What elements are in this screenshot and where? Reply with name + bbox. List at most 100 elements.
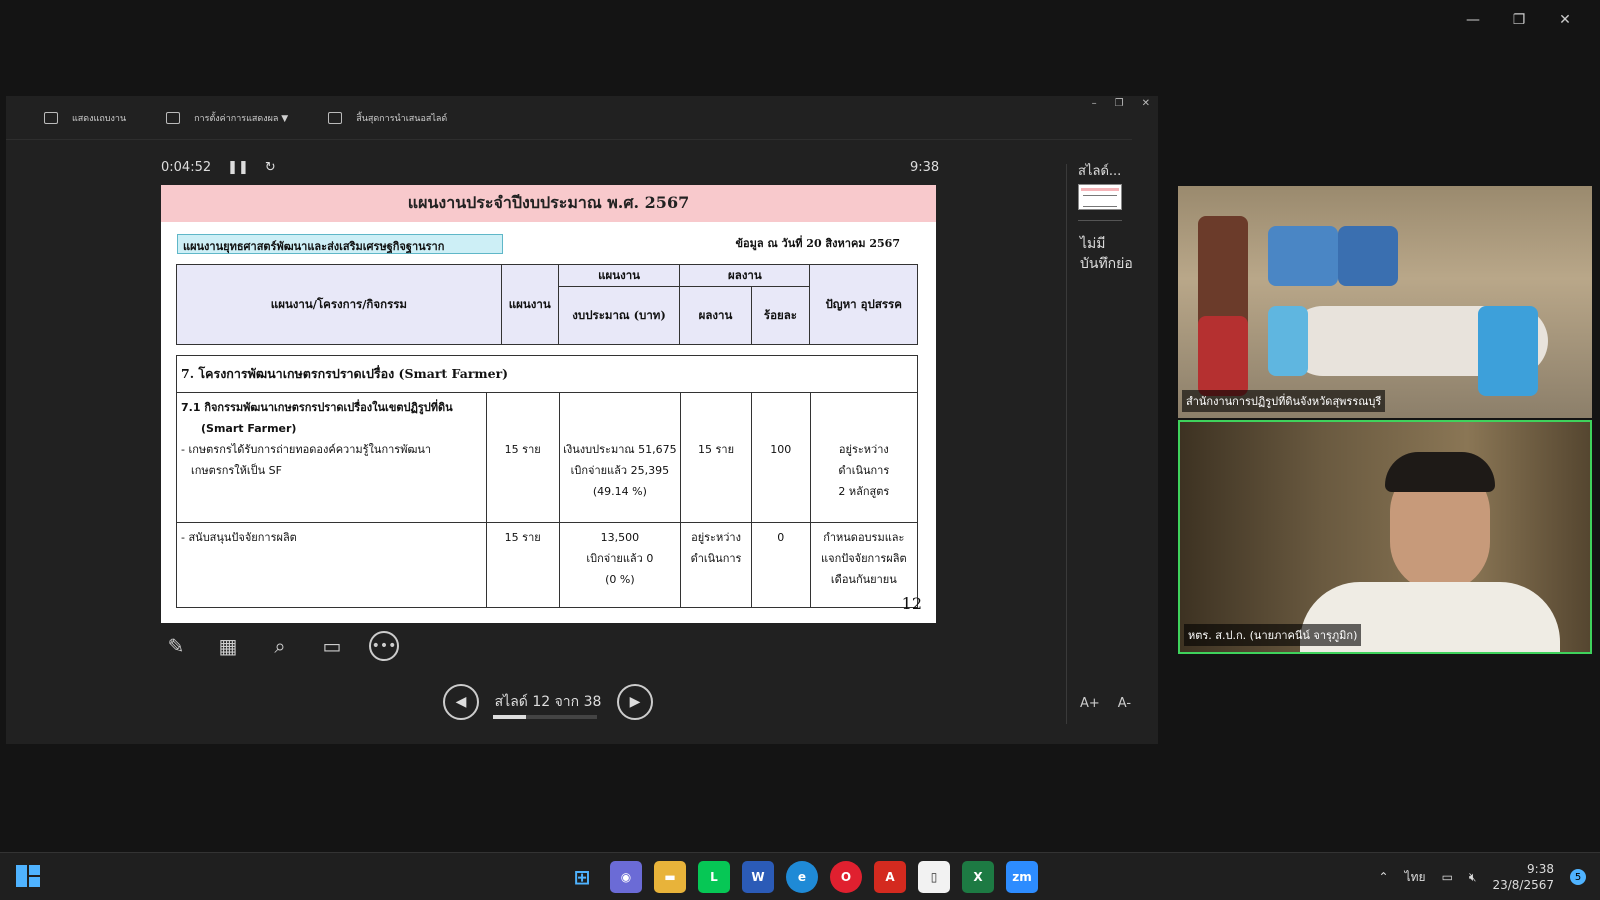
hair-shape — [1385, 452, 1495, 492]
problem-line: อยู่ระหว่าง — [838, 443, 889, 456]
activity-line: - เกษตรกรได้รับการถ่ายทอดองค์ความรู้ในกา… — [181, 443, 432, 456]
row-plan: 15 ราย — [485, 392, 560, 523]
tray-clock[interactable]: 9:38 23/8/2567 — [1492, 861, 1554, 893]
widgets-icon[interactable] — [16, 865, 40, 887]
edge-icon[interactable]: e — [786, 861, 818, 893]
zoom-icon[interactable]: ⌕ — [265, 631, 295, 661]
more-options-icon[interactable]: ••• — [369, 631, 399, 661]
slide-tools: ✎ ▦ ⌕ ▭ ••• — [161, 631, 399, 661]
row-percent: 0 — [750, 522, 811, 608]
header-percent: ร้อยละ — [750, 286, 811, 345]
taskbar: ⊞ ◉ ▬ L W e O A ▯ X zm ⌃ ไทย ▭ 🔇︎ 9:38 2… — [0, 852, 1600, 900]
acrobat-icon[interactable]: A — [874, 861, 906, 893]
presenter-clock: 9:38 — [910, 160, 940, 175]
notification-badge[interactable]: 5 — [1570, 869, 1586, 885]
network-icon[interactable]: ▭ — [1442, 870, 1453, 884]
header-plan: แผนงาน — [500, 264, 559, 345]
header-activity: แผนงาน/โครงการ/กิจกรรม — [176, 264, 502, 345]
file-explorer-icon[interactable]: ▬ — [654, 861, 686, 893]
word-icon[interactable]: W — [742, 861, 774, 893]
line-icon[interactable]: L — [698, 861, 730, 893]
row-problem: อยู่ระหว่าง ดำเนินการ 2 หลักสูตร — [809, 392, 919, 523]
excel-icon[interactable]: X — [962, 861, 994, 893]
slide-navigation: ◀ สไลด์ 12 จาก 38 ▶ — [443, 684, 653, 720]
table-row: 7.1 กิจกรรมพัฒนาเกษตรกรปราดเปรื่องในเขตป… — [176, 392, 919, 523]
problem-line: เดือนกันยายน — [830, 573, 897, 586]
header-plan-group: แผนงาน — [557, 264, 681, 287]
minimize-icon[interactable]: — — [1450, 8, 1496, 32]
show-taskbar-button[interactable]: แสดงแถบงาน — [44, 111, 126, 125]
row-budget: เงินงบประมาณ 51,675 เบิกจ่ายแล้ว 25,395 … — [558, 392, 682, 523]
slide-title: แผนงานประจำปีงบประมาณ พ.ศ. 2567 — [161, 185, 936, 222]
header-result: ผลงาน — [679, 286, 752, 345]
plan-label: แผนงานยุทธศาสตร์พัฒนาและส่งเสริมเศรษฐกิจ… — [177, 234, 503, 254]
row-result: อยู่ระหว่าง ดำเนินการ — [680, 522, 752, 608]
end-show-icon — [328, 111, 343, 124]
result-line: ดำเนินการ — [690, 552, 742, 565]
problem-line: 2 หลักสูตร — [838, 485, 890, 498]
slide-progress-bar — [493, 715, 597, 719]
system-tray: ⌃ ไทย ▭ 🔇︎ 9:38 23/8/2567 5 — [1379, 861, 1586, 893]
presenter-close-icon[interactable]: ✕ — [1142, 98, 1150, 109]
previous-slide-button[interactable]: ◀ — [443, 684, 479, 720]
document-icon[interactable]: ▯ — [918, 861, 950, 893]
poster-shape — [1338, 226, 1398, 286]
next-slide-title: สไลด์... — [1078, 164, 1122, 179]
font-increase-button[interactable]: A+ — [1080, 696, 1100, 711]
current-slide: แผนงานประจำปีงบประมาณ พ.ศ. 2567 แผนงานยุ… — [161, 185, 936, 623]
activity-line: 7.1 กิจกรรมพัฒนาเกษตรกรปราดเปรื่องในเขตป… — [181, 401, 453, 414]
start-icon[interactable]: ⊞ — [566, 861, 598, 893]
person-shape — [1478, 306, 1538, 396]
presenter-toolbar: แสดงแถบงาน การตั้งค่าการแสดงผล ▼ สิ้นสุด… — [6, 96, 1132, 140]
all-slides-icon[interactable]: ▦ — [213, 631, 243, 661]
zoom-app-icon[interactable]: zm — [1006, 861, 1038, 893]
end-show-button[interactable]: สิ้นสุดการนำเสนอสไลด์ — [328, 111, 447, 125]
video-tile-room[interactable]: สำนักงานการปฏิรูปที่ดินจังหวัดสุพรรณบุรี — [1178, 186, 1592, 418]
teams-chat-icon[interactable]: ◉ — [610, 861, 642, 893]
presenter-minimize-icon[interactable]: – — [1092, 98, 1097, 109]
slide-page-number: 12 — [901, 594, 922, 613]
presenter-restore-icon[interactable]: ❐ — [1115, 98, 1124, 109]
slide-counter: สไลด์ 12 จาก 38 — [493, 691, 603, 719]
budget-line: (49.14 %) — [592, 485, 647, 498]
budget-line: เบิกจ่ายแล้ว 25,395 — [570, 464, 670, 477]
font-decrease-button[interactable]: A- — [1118, 696, 1131, 711]
budget-line: 13,500 — [600, 531, 640, 544]
next-slide-thumbnail[interactable] — [1078, 184, 1122, 210]
video-label: สำนักงานการปฏิรูปที่ดินจังหวัดสุพรรณบุรี — [1182, 390, 1386, 412]
video-label: หตร. ส.ป.ก. (นายภาคนีน์ จารุภูมิก) — [1184, 624, 1362, 646]
budget-line: (0 %) — [605, 573, 635, 586]
video-tile-speaker[interactable]: หตร. ส.ป.ก. (นายภาคนีน์ จารุภูมิก) — [1178, 420, 1592, 654]
row-budget: 13,500 เบิกจ่ายแล้ว 0 (0 %) — [558, 522, 682, 608]
budget-line: เบิกจ่ายแล้ว 0 — [586, 552, 654, 565]
pause-icon[interactable]: ❚❚ — [227, 160, 249, 175]
close-icon[interactable]: ✕ — [1542, 8, 1588, 32]
taskbar-icon — [44, 111, 58, 124]
black-screen-icon[interactable]: ▭ — [317, 631, 347, 661]
person-shape — [1268, 306, 1308, 376]
problem-line: กำหนดอบรมและ — [823, 531, 905, 544]
row-result: 15 ราย — [680, 392, 752, 523]
pen-icon[interactable]: ✎ — [161, 631, 191, 661]
volume-muted-icon[interactable]: 🔇︎ — [1469, 870, 1477, 885]
activity-line: เกษตรกรให้เป็น SF — [191, 464, 282, 477]
slide-progress-fill — [493, 715, 526, 719]
display-settings-button[interactable]: การตั้งค่าการแสดงผล ▼ — [166, 111, 288, 125]
notes-separator — [1078, 220, 1122, 221]
table-row: - สนับสนุนปัจจัยการผลิต 15 ราย 13,500 เบ… — [176, 522, 919, 608]
restart-icon[interactable]: ↻ — [265, 160, 276, 175]
slide-table-header: แผนงาน/โครงการ/กิจกรรม แผนงาน แผนงาน ผลง… — [176, 264, 918, 345]
header-problems: ปัญหา อุปสรรค — [809, 264, 918, 345]
next-slide-button[interactable]: ▶ — [617, 684, 653, 720]
chevron-up-icon[interactable]: ⌃ — [1379, 870, 1389, 884]
row-activity: 7.1 กิจกรรมพัฒนาเกษตรกรปราดเปรื่องในเขตป… — [176, 392, 487, 523]
opera-icon[interactable]: O — [830, 861, 862, 893]
person-shape — [1198, 316, 1248, 396]
problem-line: แจกปัจจัยการผลิต — [821, 552, 907, 565]
display-settings-icon — [166, 111, 181, 124]
result-line: อยู่ระหว่าง — [691, 531, 741, 544]
speaker-notes: ไม่มีบันทึกย่อ — [1080, 236, 1133, 272]
language-indicator[interactable]: ไทย — [1405, 868, 1426, 887]
budget-line: เงินงบประมาณ 51,675 — [563, 443, 677, 456]
restore-icon[interactable]: ❐ — [1496, 8, 1542, 32]
